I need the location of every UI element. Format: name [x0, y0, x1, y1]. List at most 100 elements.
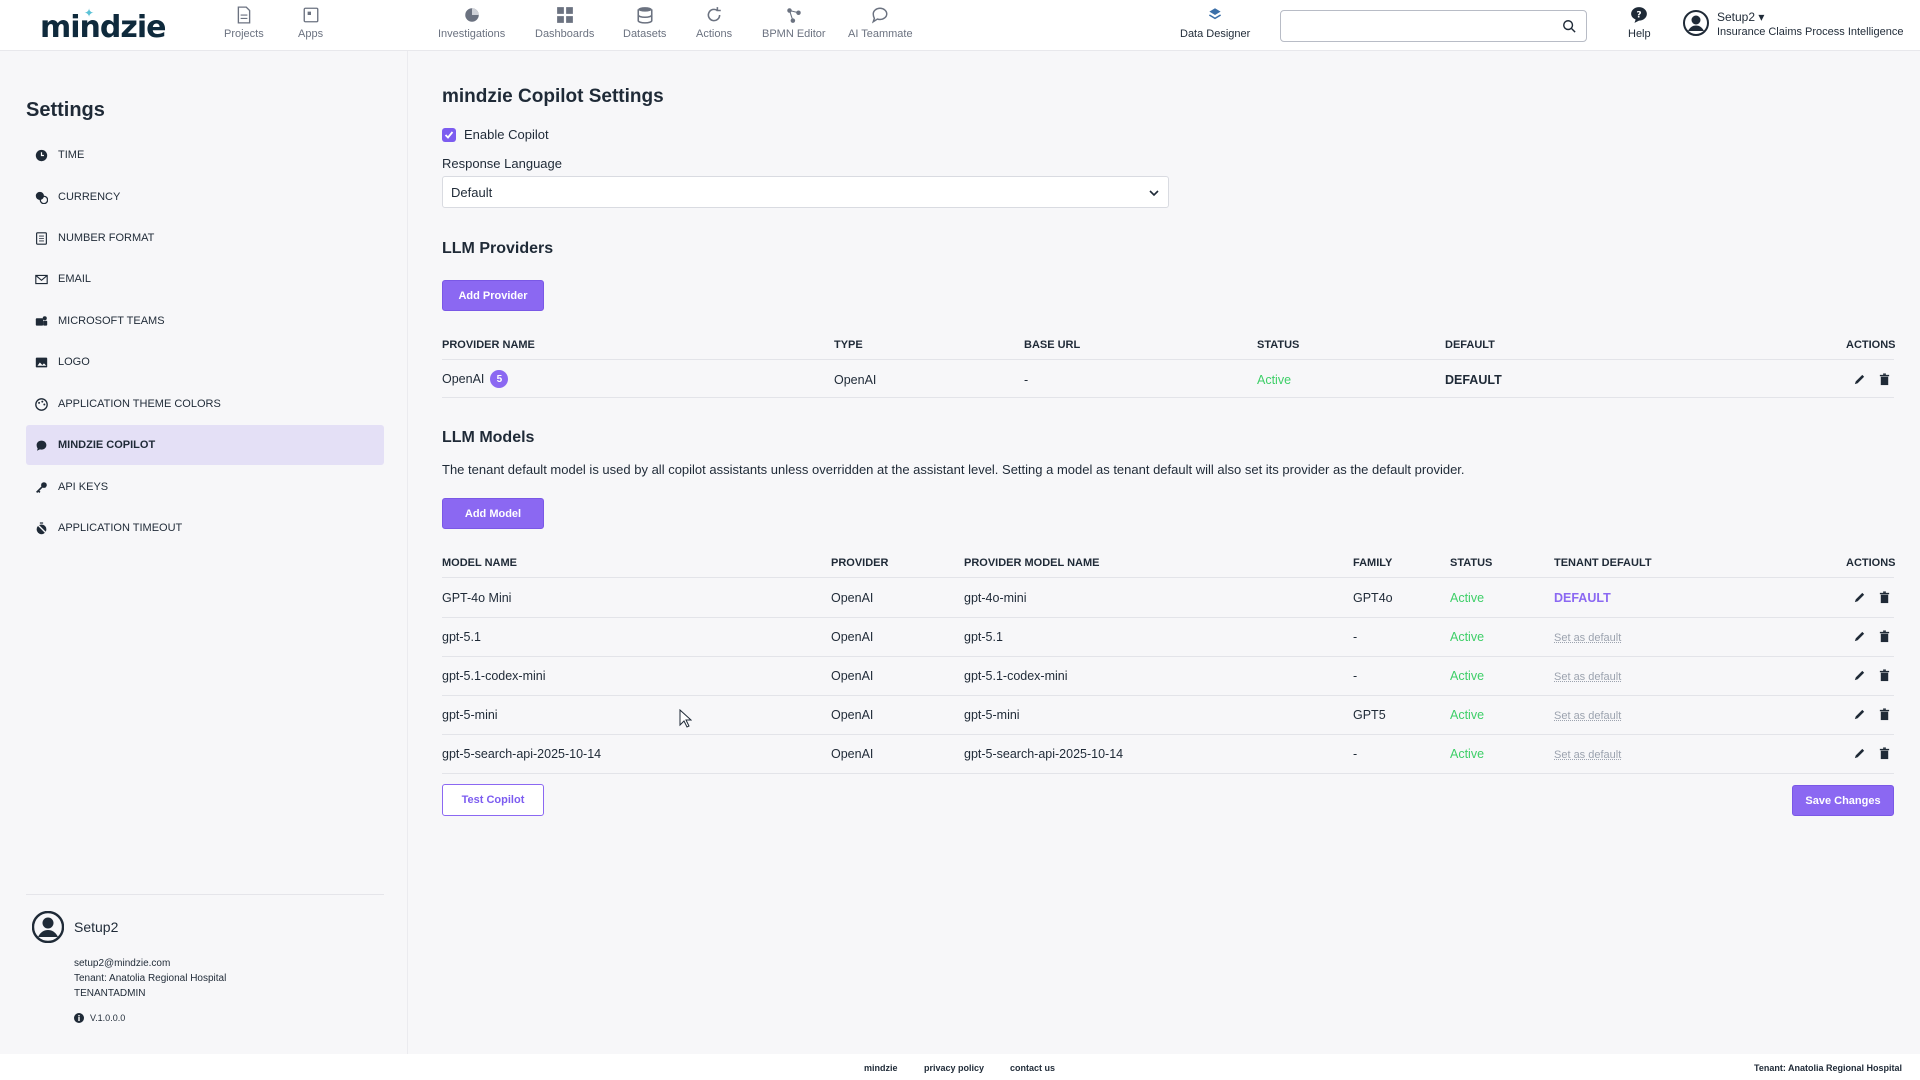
- edit-icon[interactable]: [1853, 630, 1866, 643]
- contact-us-link[interactable]: contact us: [1010, 1063, 1055, 1073]
- edit-icon[interactable]: [1853, 708, 1866, 721]
- nav-label: Data Designer: [1180, 28, 1251, 40]
- nav-ai-teammate[interactable]: AI Teammate: [848, 6, 913, 40]
- nav-datasets[interactable]: Datasets: [623, 6, 666, 40]
- top-nav-bar: mindzie ✦ Projects Apps Investigations D…: [0, 0, 1920, 51]
- sidebar-item-logo[interactable]: LOGO: [26, 342, 384, 382]
- edit-icon[interactable]: [1853, 669, 1866, 682]
- test-copilot-label: Test Copilot: [461, 794, 525, 806]
- help-icon: ?: [1631, 7, 1648, 23]
- avatar-icon: [1683, 10, 1709, 36]
- tenant-default-badge: DEFAULT: [1554, 591, 1611, 605]
- add-provider-button[interactable]: Add Provider: [442, 280, 544, 311]
- col-header-actions: ACTIONS: [1846, 339, 1896, 351]
- timeout-icon: [36, 521, 47, 534]
- sidebar-user-role: TENANTADMIN: [74, 988, 146, 999]
- provider-default: DEFAULT: [1445, 373, 1502, 387]
- search-icon[interactable]: [1562, 19, 1576, 33]
- set-as-default-link[interactable]: Set as default: [1554, 632, 1621, 644]
- number-icon: [36, 231, 47, 245]
- privacy-policy-link[interactable]: privacy policy: [924, 1063, 984, 1073]
- app-version: V.1.0.0.0: [74, 1013, 125, 1023]
- model-actions: [1853, 591, 1891, 604]
- logo-text: mindzie: [40, 10, 166, 45]
- sidebar-item-email[interactable]: EMAIL: [26, 259, 384, 299]
- col-header-base-url: BASE URL: [1024, 339, 1081, 351]
- model-status: Active: [1450, 669, 1485, 683]
- version-text: V.1.0.0.0: [90, 1013, 126, 1023]
- sidebar-title: Settings: [26, 99, 105, 121]
- sidebar-item-application-timeout[interactable]: APPLICATION TIMEOUT: [26, 508, 384, 548]
- provider-model-name: gpt-5-search-api-2025-10-14: [964, 747, 1124, 761]
- info-icon: [74, 1013, 84, 1023]
- response-language-select[interactable]: Default: [442, 176, 1169, 208]
- sidebar-user-tenant: Tenant: Anatolia Regional Hospital: [74, 973, 227, 984]
- sidebar-item-label: APPLICATION THEME COLORS: [58, 398, 221, 410]
- provider-model-name: gpt-4o-mini: [964, 591, 1027, 605]
- col-header-provider: PROVIDER: [831, 557, 889, 569]
- trash-icon[interactable]: [1878, 591, 1891, 604]
- nav-actions[interactable]: Actions: [696, 6, 732, 40]
- user-menu[interactable]: Setup2 ▾ Insurance Claims Process Intell…: [1683, 10, 1903, 38]
- mindzie-logo[interactable]: mindzie ✦: [40, 6, 166, 45]
- trash-icon[interactable]: [1878, 708, 1891, 721]
- model-provider: OpenAI: [831, 669, 874, 683]
- sidebar-item-mindzie-copilot[interactable]: MINDZIE COPILOT: [26, 425, 384, 465]
- test-copilot-button[interactable]: Test Copilot: [442, 784, 544, 816]
- nav-label: Projects: [224, 28, 264, 40]
- trash-icon[interactable]: [1878, 630, 1891, 643]
- sidebar-item-label: NUMBER FORMAT: [58, 232, 155, 244]
- nav-label: Actions: [696, 28, 733, 40]
- footer-brand-link[interactable]: mindzie: [864, 1063, 898, 1073]
- enable-copilot-label: Enable Copilot: [464, 127, 549, 142]
- save-changes-button[interactable]: Save Changes: [1792, 785, 1894, 816]
- sidebar-item-number-format[interactable]: NUMBER FORMAT: [26, 218, 384, 258]
- model-provider: OpenAI: [831, 630, 874, 644]
- trash-icon[interactable]: [1878, 747, 1891, 760]
- set-as-default-link[interactable]: Set as default: [1554, 749, 1621, 761]
- nav-label: Investigations: [438, 28, 506, 40]
- enable-copilot-row: Enable Copilot: [442, 127, 549, 142]
- nav-apps[interactable]: Apps: [298, 6, 323, 40]
- nav-dashboards[interactable]: Dashboards: [535, 6, 594, 40]
- sidebar-item-label: MICROSOFT TEAMS: [58, 315, 165, 327]
- enable-copilot-checkbox[interactable]: [442, 127, 456, 142]
- model-family: GPT5: [1353, 708, 1386, 722]
- model-name: gpt-5.1: [442, 630, 481, 644]
- palette-icon: [35, 397, 48, 411]
- trash-icon[interactable]: [1878, 373, 1891, 386]
- nav-data-designer[interactable]: Data Designer: [1180, 6, 1250, 40]
- model-status: Active: [1450, 630, 1485, 644]
- table-divider: [442, 656, 1894, 657]
- col-header-default: DEFAULT: [1445, 339, 1495, 351]
- nav-investigations[interactable]: Investigations: [438, 6, 505, 40]
- actions-icon: [707, 7, 721, 22]
- edit-icon[interactable]: [1853, 747, 1866, 760]
- sidebar-item-time[interactable]: TIME: [26, 135, 384, 175]
- set-as-default-link[interactable]: Set as default: [1554, 710, 1621, 722]
- add-model-button[interactable]: Add Model: [442, 498, 544, 529]
- table-divider: [442, 734, 1894, 735]
- sidebar-item-api-keys[interactable]: API KEYS: [26, 467, 384, 507]
- edit-icon[interactable]: [1853, 373, 1866, 386]
- chevron-down-icon: [1149, 190, 1159, 197]
- sidebar-item-microsoft-teams[interactable]: MICROSOFT TEAMS: [26, 301, 384, 341]
- models-description: The tenant default model is used by all …: [442, 462, 1465, 477]
- trash-icon[interactable]: [1878, 669, 1891, 682]
- nav-projects[interactable]: Projects: [224, 6, 264, 40]
- global-search-input[interactable]: [1280, 10, 1587, 42]
- model-family: -: [1353, 630, 1358, 644]
- edit-icon[interactable]: [1853, 591, 1866, 604]
- nav-bpmn-editor[interactable]: BPMN Editor: [762, 6, 826, 40]
- sidebar-item-label: CURRENCY: [58, 191, 121, 203]
- data-designer-icon: [1209, 8, 1222, 20]
- currency-icon: [35, 191, 48, 204]
- sidebar-item-currency[interactable]: CURRENCY: [26, 177, 384, 217]
- check-icon: [444, 130, 454, 139]
- model-family: -: [1353, 669, 1358, 683]
- set-as-default-link[interactable]: Set as default: [1554, 671, 1621, 683]
- model-family: GPT4o: [1353, 591, 1393, 605]
- sidebar-item-application-theme-colors[interactable]: APPLICATION THEME COLORS: [26, 384, 384, 424]
- nav-help[interactable]: ? Help: [1628, 6, 1651, 40]
- col-header-type: TYPE: [834, 339, 863, 351]
